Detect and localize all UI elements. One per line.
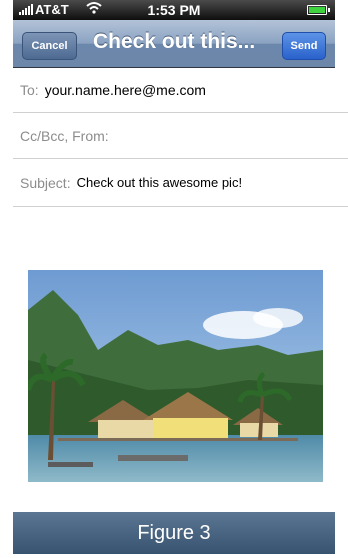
cancel-button[interactable]: Cancel — [22, 32, 77, 60]
subject-label: Subject: — [20, 174, 71, 191]
to-value[interactable]: your.name.here@me.com — [45, 82, 206, 98]
cc-bcc-from-label: Cc/Bcc, From: — [20, 127, 109, 144]
navigation-bar: Cancel Check out this... Send — [13, 20, 335, 68]
send-button[interactable]: Send — [282, 32, 326, 60]
status-bar: AT&T 1:53 PM — [13, 0, 335, 20]
subject-value[interactable]: Check out this awesome pic! — [77, 175, 242, 190]
cc-bcc-from-field[interactable]: Cc/Bcc, From: — [13, 113, 348, 159]
clock: 1:53 PM — [147, 2, 201, 18]
to-field[interactable]: To: your.name.here@me.com — [13, 67, 348, 113]
page-title: Check out this... — [93, 30, 256, 53]
to-label: To: — [20, 81, 39, 98]
attached-photo[interactable] — [28, 270, 323, 482]
battery-icon — [307, 5, 330, 15]
figure-caption: Figure 3 — [13, 512, 335, 554]
subject-field[interactable]: Subject: Check out this awesome pic! — [13, 159, 348, 207]
